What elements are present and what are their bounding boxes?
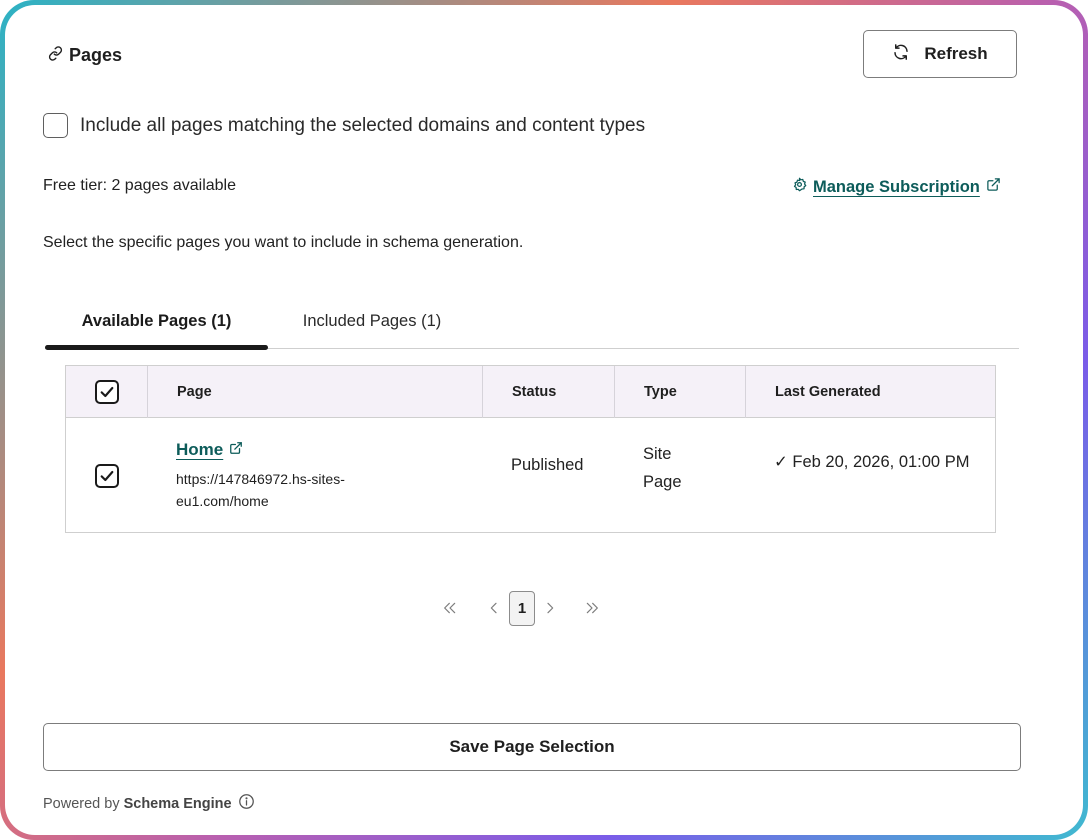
column-header-status: Status (483, 366, 615, 418)
page-number-button[interactable]: 1 (509, 590, 535, 626)
column-header-type: Type (615, 366, 746, 418)
refresh-label: Refresh (924, 44, 988, 63)
header-checkbox-cell (66, 366, 148, 418)
header-title: Pages (48, 45, 122, 66)
row-checkbox-cell (66, 418, 148, 533)
chevron-right-icon (547, 602, 554, 614)
external-link-icon (986, 177, 1001, 197)
last-generated-cell: ✓ Feb 20, 2026, 01:00 PM (774, 453, 970, 471)
type-cell: Site Page (643, 445, 682, 491)
tab-available-pages[interactable]: Available Pages (1) (45, 295, 268, 350)
page-cell: Home https://147846972.hs-sites-eu1.com/… (176, 440, 476, 555)
select-all-checkbox[interactable] (94, 380, 119, 404)
double-chevron-left-icon (444, 602, 456, 614)
manage-subscription-link[interactable]: Manage Subscription (792, 177, 1001, 197)
include-all-checkbox[interactable] (43, 113, 68, 138)
gear-icon (792, 177, 807, 197)
brand-name: Schema Engine (123, 795, 232, 812)
include-all-label: Include all pages matching the selected … (80, 114, 646, 136)
double-chevron-right-icon (586, 602, 598, 614)
save-page-selection-button[interactable]: Save Page Selection (43, 723, 1021, 771)
status-cell: Published (511, 456, 584, 474)
table-header: Page Status Type Last Generated (66, 366, 995, 418)
column-header-last-generated: Last Generated (775, 384, 881, 400)
check-icon (100, 470, 114, 481)
row-checkbox[interactable] (95, 463, 119, 488)
tab-bar: Available Pages (1) Included Pages (1) (45, 295, 1019, 350)
manage-subscription-label: Manage Subscription (813, 177, 980, 196)
include-all-option: Include all pages matching the selected … (43, 113, 645, 138)
first-page-button[interactable] (435, 590, 465, 626)
refresh-button[interactable]: Refresh (863, 30, 1017, 78)
page-name: Home (176, 440, 224, 459)
select-info-text: Select the specific pages you want to in… (43, 234, 524, 251)
gradient-frame: Pages Refresh Include all pages matching… (0, 0, 1088, 840)
external-link-icon (229, 440, 243, 460)
column-header-page: Page (148, 366, 483, 418)
chevron-left-icon (490, 602, 497, 614)
page-url: https://147846972.hs-sites-eu1.com/home (176, 471, 345, 509)
page-title: Pages (69, 45, 123, 65)
pagination: 1 (435, 590, 607, 626)
table-row: Home https://147846972.hs-sites-eu1.com/… (66, 418, 995, 533)
pages-card: Pages Refresh Include all pages matching… (5, 5, 1083, 835)
tab-included-pages[interactable]: Included Pages (1) (277, 295, 467, 347)
check-icon (100, 386, 113, 398)
previous-page-button[interactable] (479, 590, 509, 626)
info-icon[interactable] (236, 793, 255, 814)
page-link[interactable]: Home (176, 440, 476, 460)
next-page-button[interactable] (535, 590, 565, 626)
free-tier-text: Free tier: 2 pages available (43, 177, 236, 194)
pages-table: Page Status Type Last Generated Home htt… (65, 365, 996, 533)
last-page-button[interactable] (577, 590, 607, 626)
link-icon (48, 45, 63, 66)
powered-by-text: Powered by (43, 795, 120, 812)
powered-by-footer: Powered by Schema Engine (43, 793, 255, 814)
refresh-icon (892, 43, 910, 66)
